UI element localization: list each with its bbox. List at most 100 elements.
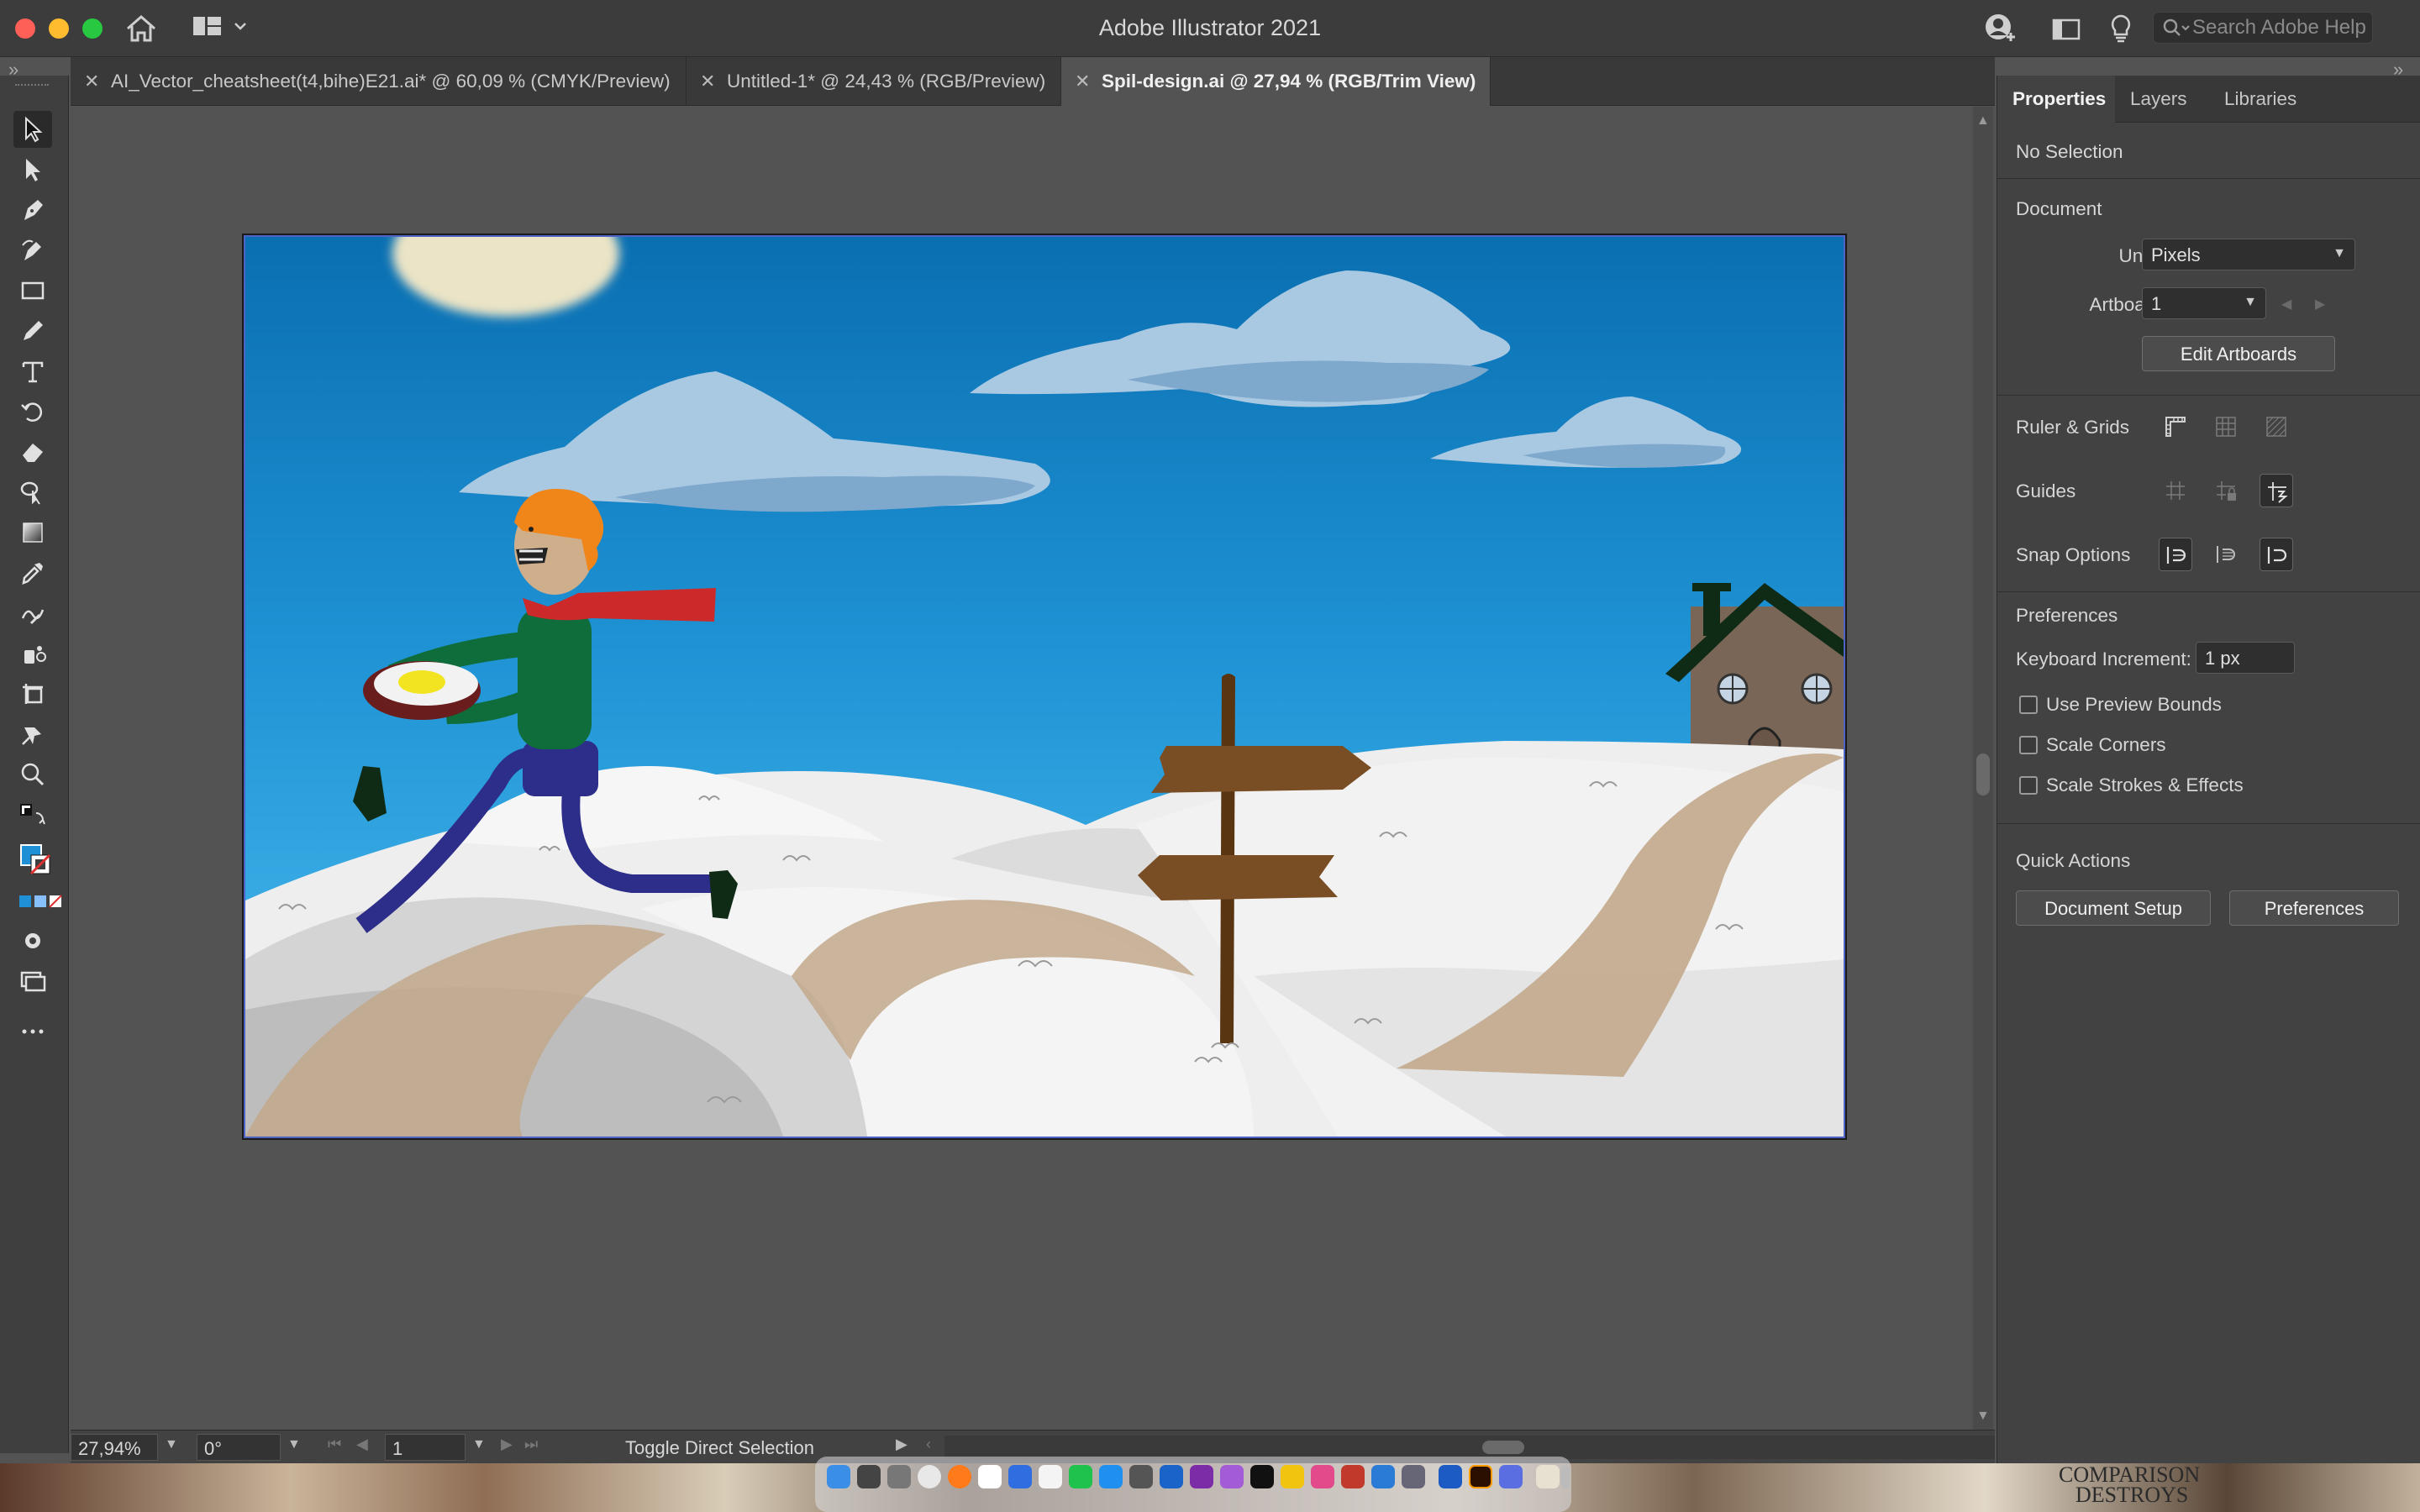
zoom-tool[interactable] xyxy=(13,756,52,793)
document-setup-button[interactable]: Document Setup xyxy=(2016,890,2211,926)
zoom-app-icon[interactable] xyxy=(1008,1465,1032,1488)
previous-artboard-icon[interactable]: ◀ xyxy=(2281,296,2291,312)
snap-to-glyph-button[interactable] xyxy=(2260,538,2293,571)
preferences-button[interactable]: Preferences xyxy=(2229,890,2399,926)
toggle-rulers-button[interactable] xyxy=(2159,410,2192,444)
close-tab-icon[interactable]: ✕ xyxy=(700,71,715,92)
pen-tool[interactable] xyxy=(13,192,52,228)
eyedropper-tool[interactable] xyxy=(13,554,52,591)
toggle-transparency-grid-button[interactable] xyxy=(2260,410,2293,444)
folder-app-icon[interactable] xyxy=(1536,1465,1560,1488)
rotation-dropdown-icon[interactable]: ▼ xyxy=(287,1437,301,1452)
tv-app-icon[interactable] xyxy=(1250,1465,1274,1488)
trash-app-icon[interactable] xyxy=(1561,1465,1570,1488)
finder-window-app-icon[interactable] xyxy=(1402,1465,1425,1488)
scale-strokes-effects-checkbox[interactable] xyxy=(2019,776,2038,795)
first-artboard-icon[interactable]: ⏮ xyxy=(328,1436,341,1453)
facetime-app-icon[interactable] xyxy=(1069,1465,1092,1488)
type-tool[interactable] xyxy=(13,353,52,390)
artboard[interactable] xyxy=(244,235,1845,1138)
firefox-app-icon[interactable] xyxy=(948,1465,971,1488)
drawing-modes-button[interactable] xyxy=(13,922,52,959)
filezilla-app-icon[interactable] xyxy=(1341,1465,1365,1488)
zoom-dropdown-icon[interactable]: ▼ xyxy=(165,1437,178,1452)
app-store-app-icon[interactable] xyxy=(1099,1465,1123,1488)
close-tab-icon[interactable]: ✕ xyxy=(1075,71,1090,92)
word-app-icon[interactable] xyxy=(1439,1465,1462,1488)
toolbar-grip[interactable] xyxy=(15,84,49,87)
system-preferences-app-icon[interactable] xyxy=(1129,1465,1153,1488)
default-fill-stroke-swap[interactable] xyxy=(13,796,52,833)
next-artboard-icon[interactable]: ▶ xyxy=(2315,296,2325,312)
keyboard-increment-field[interactable]: 1 px xyxy=(2196,642,2295,674)
artboard-dropdown[interactable]: 1 ▼ xyxy=(2142,287,2266,319)
vertical-scrollbar[interactable]: ▲ ▼ xyxy=(1973,107,1993,1430)
chrome-app-icon[interactable] xyxy=(918,1465,941,1488)
units-dropdown[interactable]: Pixels ▼ xyxy=(2142,239,2355,270)
rectangle-tool[interactable] xyxy=(13,272,52,309)
artboard-tool[interactable] xyxy=(13,675,52,712)
vscode-app-icon[interactable] xyxy=(1371,1465,1395,1488)
discover-button[interactable] xyxy=(2104,12,2138,45)
snap-to-pixel-button[interactable] xyxy=(2209,538,2243,571)
tab-libraries[interactable]: Libraries xyxy=(2217,76,2318,123)
document-tab[interactable]: ✕ AI_Vector_cheatsheet(t4,bihe)E21.ai* @… xyxy=(71,57,687,106)
illustrator-app-icon[interactable] xyxy=(1469,1465,1492,1488)
edit-artboards-button[interactable]: Edit Artboards xyxy=(2142,336,2335,371)
help-search-input[interactable] xyxy=(2192,16,2369,39)
color-mode-buttons[interactable] xyxy=(13,889,62,914)
scroll-down-icon[interactable]: ▼ xyxy=(1976,1409,1990,1424)
rotation-field[interactable]: 0° xyxy=(197,1434,281,1461)
previous-artboard-icon[interactable]: ◀ xyxy=(356,1436,368,1453)
screen-mode-button[interactable] xyxy=(13,963,52,1000)
horizontal-scrollbar-thumb[interactable] xyxy=(1482,1441,1524,1454)
finder-app-icon[interactable] xyxy=(827,1465,850,1488)
artboard-number-field[interactable]: 1 xyxy=(385,1434,466,1461)
help-search-box[interactable] xyxy=(2153,12,2373,44)
close-tab-icon[interactable]: ✕ xyxy=(84,71,99,92)
fill-stroke-swatches[interactable] xyxy=(13,837,52,885)
scroll-left-icon[interactable]: ‹ xyxy=(926,1436,931,1453)
window-minimize-button[interactable] xyxy=(49,18,69,39)
gradient-tool[interactable] xyxy=(13,514,52,551)
scroll-up-icon[interactable]: ▲ xyxy=(1976,113,1990,129)
notes-app-icon[interactable] xyxy=(1039,1465,1062,1488)
toggle-grid-button[interactable] xyxy=(2209,410,2243,444)
outlook-app-icon[interactable] xyxy=(1160,1465,1183,1488)
podcasts-app-icon[interactable] xyxy=(1220,1465,1244,1488)
photos-app-icon[interactable] xyxy=(1281,1465,1304,1488)
puppet-warp-tool[interactable] xyxy=(13,716,52,753)
snap-to-point-button[interactable] xyxy=(2159,538,2192,571)
zoom-level-field[interactable]: 27,94% xyxy=(71,1434,158,1461)
home-button[interactable] xyxy=(124,13,158,44)
calendar-app-icon[interactable] xyxy=(978,1465,1002,1488)
smart-guides-button[interactable] xyxy=(2260,474,2293,507)
launchpad-app-icon[interactable] xyxy=(857,1465,881,1488)
last-artboard-icon[interactable]: ⏭ xyxy=(524,1436,538,1453)
tab-layers[interactable]: Layers xyxy=(2123,76,2207,123)
horizontal-scrollbar[interactable] xyxy=(944,1436,1995,1459)
document-canvas[interactable] xyxy=(71,107,1973,1430)
pencil-tool[interactable] xyxy=(13,312,52,349)
scale-corners-checkbox[interactable] xyxy=(2019,736,2038,754)
artboard-dropdown-icon[interactable]: ▼ xyxy=(472,1437,486,1452)
scrollbar-thumb[interactable] xyxy=(1976,753,1990,795)
music-app-icon[interactable] xyxy=(1311,1465,1334,1488)
symbol-sprayer-tool[interactable] xyxy=(13,635,52,672)
direct-selection-tool[interactable] xyxy=(13,151,52,188)
document-tab-active[interactable]: ✕ Spil-design.ai @ 27,94 % (RGB/Trim Vie… xyxy=(1061,57,1491,106)
onenote-app-icon[interactable] xyxy=(1190,1465,1213,1488)
arrange-documents-button[interactable] xyxy=(2050,12,2084,45)
document-tab[interactable]: ✕ Untitled-1* @ 24,43 % (RGB/Preview) xyxy=(687,57,1061,106)
toggle-guides-button[interactable] xyxy=(2159,474,2192,507)
use-preview-bounds-checkbox[interactable] xyxy=(2019,696,2038,714)
status-menu-icon[interactable]: ▶ xyxy=(896,1436,908,1453)
lock-guides-button[interactable] xyxy=(2209,474,2243,507)
rotate-tool[interactable] xyxy=(13,393,52,430)
window-close-button[interactable] xyxy=(15,18,35,39)
eraser-tool[interactable] xyxy=(13,433,52,470)
width-tool[interactable] xyxy=(13,595,52,632)
window-zoom-button[interactable] xyxy=(82,18,103,39)
edit-toolbar-button[interactable] xyxy=(13,1013,52,1050)
user-account-button[interactable] xyxy=(1983,12,2017,45)
